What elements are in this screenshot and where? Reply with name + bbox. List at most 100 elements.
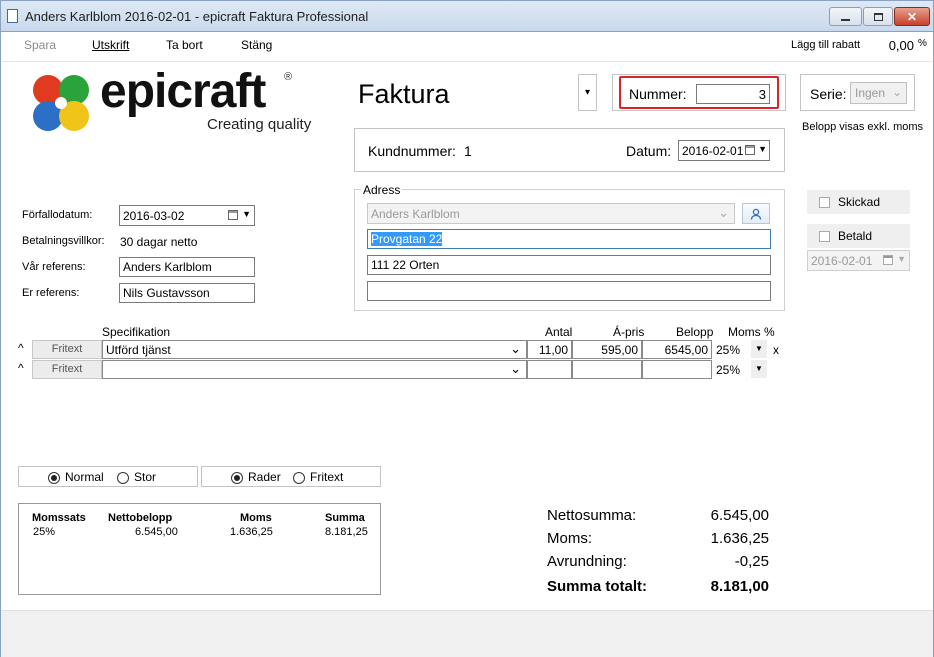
vat-cell: 1.636,25 bbox=[230, 526, 273, 538]
freetext-radio[interactable]: Fritext bbox=[293, 470, 343, 484]
vat-rate-header: Momssats bbox=[32, 512, 86, 524]
due-date-label: Förfallodatum: bbox=[22, 209, 93, 221]
unit-price-input[interactable]: 595,00 bbox=[572, 340, 642, 359]
date-picker[interactable]: 2016-02-01 ▼ bbox=[678, 140, 770, 161]
unit-price-input[interactable] bbox=[572, 360, 642, 379]
save-button[interactable]: Spara bbox=[24, 38, 56, 52]
add-discount-label: Lägg till rabatt bbox=[791, 39, 861, 51]
sent-checkbox-box bbox=[819, 197, 830, 209]
customer-lookup-button[interactable] bbox=[742, 203, 770, 224]
delete-row-icon[interactable]: x bbox=[773, 343, 779, 357]
amount-input[interactable]: 6545,00 bbox=[642, 340, 712, 359]
address-line-2-input[interactable]: 111 22 Orten bbox=[367, 255, 771, 275]
vat-dropdown[interactable]: ▼ bbox=[751, 360, 767, 378]
date-label: Datum: bbox=[626, 143, 672, 159]
size-option-group bbox=[18, 466, 198, 487]
total-label: Summa totalt: bbox=[547, 578, 648, 595]
radio-icon bbox=[293, 471, 305, 484]
normal-radio[interactable]: Normal bbox=[48, 470, 104, 484]
net-amount-header: Nettobelopp bbox=[108, 512, 173, 524]
window-title: Anders Karlblom 2016-02-01 - epicraft Fa… bbox=[25, 9, 369, 24]
address-line-1-value: Provgatan 22 bbox=[371, 232, 443, 246]
row-type-button[interactable]: Fritext bbox=[32, 340, 102, 359]
vat-value: 25% bbox=[716, 343, 741, 357]
logo-tagline: Creating quality bbox=[207, 116, 312, 133]
print-button[interactable]: Utskrift bbox=[92, 38, 129, 52]
paid-checkbox[interactable]: Betald bbox=[807, 224, 910, 248]
document-type-title: Faktura bbox=[358, 79, 450, 109]
due-date-picker[interactable]: 2016-03-02 ▼ bbox=[119, 205, 255, 226]
normal-label: Normal bbox=[65, 470, 104, 484]
series-value: Ingen bbox=[855, 86, 886, 100]
toolbar-divider bbox=[2, 61, 932, 62]
freetext-label: Fritext bbox=[310, 470, 344, 484]
vat-sum-value: 1.636,25 bbox=[710, 530, 769, 547]
app-icon bbox=[7, 9, 18, 23]
series-select[interactable]: Ingen ⌄ bbox=[850, 82, 907, 104]
chevron-down-icon: ▼ bbox=[755, 364, 763, 373]
sent-label: Skickad bbox=[838, 195, 881, 209]
move-up-icon[interactable]: ^ bbox=[18, 341, 24, 355]
series-label: Serie: bbox=[810, 86, 847, 102]
amount-input[interactable] bbox=[642, 360, 712, 379]
close-form-button[interactable]: Stäng bbox=[241, 38, 272, 52]
number-input[interactable]: 3 bbox=[696, 84, 770, 104]
logo-registered: ® bbox=[284, 71, 293, 83]
chevron-down-icon: ▼ bbox=[897, 254, 906, 264]
vat-sum-label: Moms: bbox=[547, 530, 592, 547]
chevron-down-icon: ⌄ bbox=[891, 85, 902, 99]
large-radio[interactable]: Stor bbox=[117, 470, 156, 484]
quantity-input[interactable] bbox=[527, 360, 572, 379]
net-sum-value: 6.545,00 bbox=[710, 507, 769, 524]
maximize-button[interactable] bbox=[863, 7, 893, 26]
minimize-button[interactable] bbox=[829, 7, 862, 26]
discount-input[interactable]: 0,00 bbox=[879, 36, 914, 56]
sent-checkbox[interactable]: Skickad bbox=[807, 190, 910, 214]
delete-button[interactable]: Ta bort bbox=[166, 38, 203, 52]
specification-value: Utförd tjänst bbox=[106, 343, 171, 357]
net-amount-cell: 6.545,00 bbox=[135, 526, 178, 538]
sum-cell: 8.181,25 bbox=[325, 526, 368, 538]
rounding-label: Avrundning: bbox=[547, 553, 627, 570]
total-value: 8.181,00 bbox=[710, 578, 769, 595]
row-type-button[interactable]: Fritext bbox=[32, 360, 102, 379]
document-type-dropdown[interactable]: ▾ bbox=[578, 74, 597, 111]
move-up-icon[interactable]: ^ bbox=[18, 361, 24, 375]
chevron-down-icon: ▾ bbox=[584, 87, 591, 98]
paid-date-value: 2016-02-01 bbox=[811, 254, 873, 268]
address-line-3-input[interactable] bbox=[367, 281, 771, 301]
chevron-down-icon: ▼ bbox=[242, 209, 251, 219]
header-unit-price: Á-pris bbox=[613, 325, 645, 339]
maximize-icon bbox=[873, 12, 883, 21]
radio-selected-icon bbox=[231, 471, 243, 484]
radio-icon bbox=[117, 471, 129, 484]
specification-select[interactable]: Utförd tjänst ⌄ bbox=[102, 340, 527, 359]
paid-label: Betald bbox=[838, 229, 873, 243]
rows-radio[interactable]: Rader bbox=[231, 470, 281, 484]
address-name-select[interactable]: Anders Karlblom ⌄ bbox=[367, 203, 735, 224]
specification-select[interactable]: ⌄ bbox=[102, 360, 527, 379]
net-sum-label: Nettosumma: bbox=[547, 507, 637, 524]
percent-unit: % bbox=[918, 38, 927, 49]
logo: epicraft ® Creating quality bbox=[26, 65, 316, 138]
title-bar: Anders Karlblom 2016-02-01 - epicraft Fa… bbox=[0, 0, 934, 32]
address-line-1-input[interactable]: Provgatan 22 bbox=[367, 229, 771, 249]
vat-rate-cell: 25% bbox=[33, 526, 56, 538]
header-quantity: Antal bbox=[545, 325, 573, 339]
your-reference-input[interactable]: Nils Gustavsson bbox=[119, 283, 255, 303]
close-button[interactable]: ✕ bbox=[894, 7, 930, 26]
clover-logo-icon bbox=[33, 75, 89, 131]
our-reference-input[interactable]: Anders Karlblom bbox=[119, 257, 255, 277]
address-legend: Adress bbox=[361, 183, 403, 197]
your-reference-label: Er referens: bbox=[22, 287, 80, 299]
customer-number-value: 1 bbox=[464, 143, 472, 159]
quantity-input[interactable]: 11,00 bbox=[527, 340, 572, 359]
paid-date-picker[interactable]: 2016-02-01 ▼ bbox=[807, 250, 910, 271]
rounding-value: -0,25 bbox=[734, 553, 769, 570]
date-value: 2016-02-01 bbox=[682, 144, 744, 158]
paid-checkbox-box bbox=[819, 231, 830, 243]
chevron-down-icon: ▼ bbox=[755, 344, 763, 353]
logo-text: epicraft bbox=[100, 65, 266, 118]
vat-dropdown[interactable]: ▼ bbox=[751, 340, 767, 358]
number-label: Nummer: bbox=[629, 86, 687, 102]
